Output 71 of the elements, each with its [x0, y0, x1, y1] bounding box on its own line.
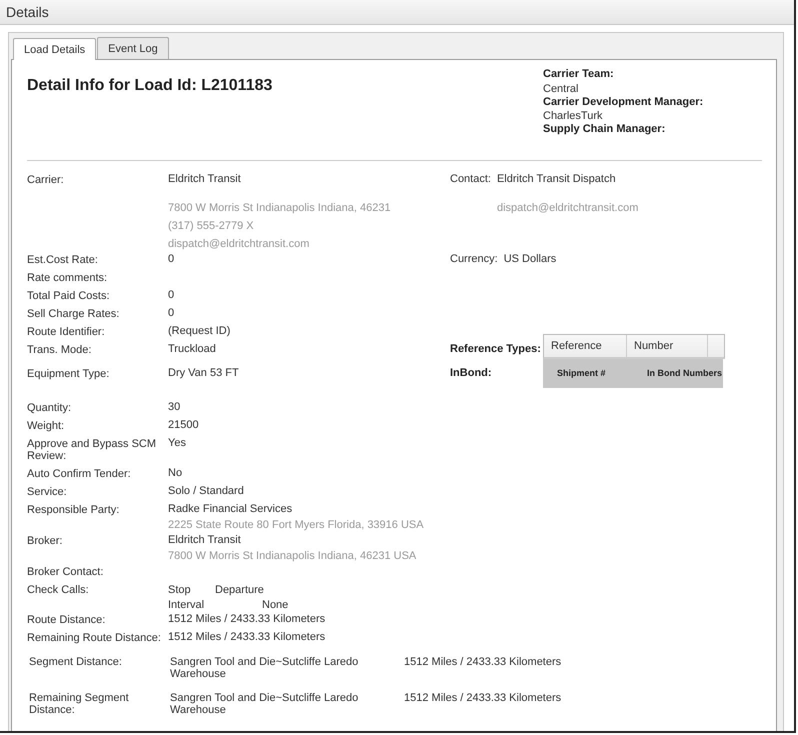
field-label: Service:	[27, 485, 68, 500]
field-label: Sell Charge Rates:	[27, 307, 120, 322]
table-header-cell: Number	[627, 335, 708, 357]
field-value: Eldritch Transit	[168, 173, 242, 186]
table-header-cell	[708, 335, 724, 357]
field-detail: 7800 W Morris St Indianapolis Indiana, 46231 USA	[168, 549, 418, 564]
field-value: 1512 Miles / 2433.33 Kilometers	[404, 655, 562, 670]
field-value: No	[168, 467, 184, 480]
field-value: 21500	[168, 419, 200, 432]
manager-label: Carrier Team:	[543, 68, 615, 82]
field-value: Departure	[215, 583, 264, 598]
manager-label: Supply Chain Manager:	[543, 123, 666, 136]
field-value: 1512 Miles / 2433.33 Kilometers	[168, 613, 326, 626]
tab[interactable]: Load Details	[13, 38, 96, 60]
field-detail: dispatch@eldritchtransit.com	[496, 201, 640, 216]
field-detail: (317) 555-2779 X	[168, 219, 255, 234]
field-label: Check Calls:	[27, 583, 90, 598]
field-value: 0	[168, 307, 176, 320]
field-label: Remaining Route Distance:	[27, 631, 162, 646]
field-label: Segment Distance:	[28, 655, 123, 670]
field-label: Est.Cost Rate:	[27, 253, 99, 268]
field-label: Auto Confirm Tender:	[27, 467, 132, 482]
window-title: Details	[6, 4, 49, 20]
field-label: Broker:	[27, 534, 64, 549]
field-value: Sangren Tool and Die~Sutcliffe Laredo Warehouse	[169, 655, 360, 682]
field-value: US Dollars	[504, 253, 558, 266]
table-header-cell: In Bond Numbers	[633, 359, 723, 388]
field-label: Currency:	[450, 253, 499, 266]
field-label: Broker Contact:	[27, 565, 104, 580]
field-value: None	[262, 598, 288, 613]
manager-label: Carrier Development Manager:	[543, 96, 704, 109]
field-value: Radke Financial Services	[168, 503, 294, 516]
field-value: 0	[168, 253, 176, 266]
table-header-cell: Reference	[544, 335, 627, 357]
field-value: (Request ID)	[168, 325, 232, 338]
field-detail: 2225 State Route 80 Fort Myers Florida, 33916 USA	[168, 518, 425, 533]
field-label: Equipment Type:	[27, 367, 110, 382]
field-label: Route Identifier:	[27, 325, 106, 340]
field-label: Weight:	[27, 419, 66, 434]
field-detail: 7800 W Morris St Indianapolis Indiana, 46231	[168, 201, 392, 216]
page-heading: Detail Info for Load Id: L2101183	[27, 77, 274, 96]
field-label: Rate comments:	[27, 271, 108, 286]
field-value: Solo / Standard	[168, 485, 245, 498]
manager-value: CharlesTurk	[543, 109, 604, 123]
field-label: Total Paid Costs:	[27, 289, 111, 304]
field-label: Route Distance:	[27, 613, 106, 628]
field-label: Trans. Mode:	[27, 343, 92, 358]
field-label: Remaining Segment Distance:	[28, 691, 130, 718]
table-label: InBond:	[450, 367, 493, 379]
table-header-cell: Shipment #	[543, 359, 633, 388]
field-value: Sangren Tool and Die~Sutcliffe Laredo Warehouse	[169, 691, 360, 718]
field-label: Contact:	[450, 173, 492, 186]
field-value: 30	[168, 401, 182, 414]
field-value: Eldritch Transit Dispatch	[496, 173, 617, 186]
field-value: Truckload	[168, 343, 217, 356]
field-detail: dispatch@eldritchtransit.com	[168, 237, 310, 252]
field-value: 0	[168, 289, 176, 302]
table-label: Reference Types:	[450, 343, 542, 355]
field-value: Eldritch Transit	[168, 534, 242, 547]
field-value: Interval	[168, 598, 206, 613]
field-label: Carrier:	[27, 173, 65, 188]
tab[interactable]: Event Log	[97, 37, 169, 59]
field-label: Responsible Party:	[27, 503, 120, 518]
field-label: Approve and Bypass SCM Review:	[27, 437, 158, 464]
field-value: 1512 Miles / 2433.33 Kilometers	[168, 631, 326, 644]
field-value: Dry Van 53 FT	[168, 367, 240, 380]
manager-value: Central	[543, 82, 580, 96]
field-value: Yes	[168, 437, 187, 450]
field-value: Stop	[168, 583, 192, 598]
field-label: Quantity:	[27, 401, 72, 416]
field-value: 1512 Miles / 2433.33 Kilometers	[404, 691, 562, 706]
